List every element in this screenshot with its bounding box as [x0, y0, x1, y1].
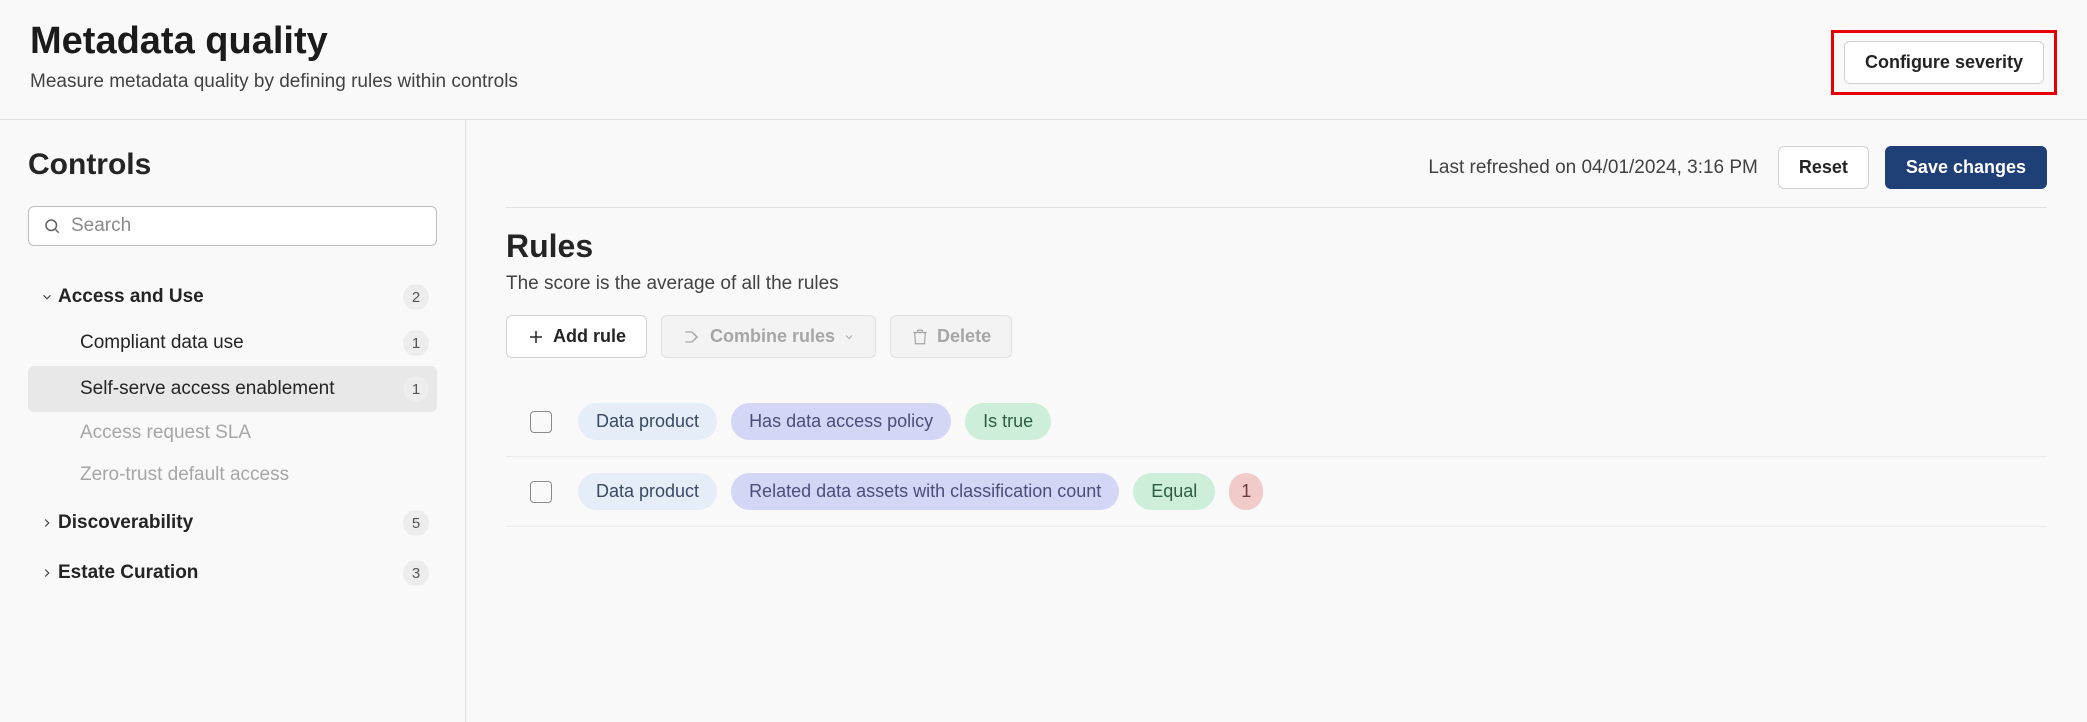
header-right: Configure severity [1831, 20, 2057, 95]
page-header: Metadata quality Measure metadata qualit… [0, 0, 2087, 120]
header-left: Metadata quality Measure metadata qualit… [30, 20, 518, 93]
page-body: Controls Access and Use2Compliant data u… [0, 120, 2087, 722]
rule-pill: 1 [1229, 473, 1263, 510]
rule-checkbox[interactable] [530, 481, 552, 503]
rule-pill: Is true [965, 403, 1051, 440]
rule-pill: Related data assets with classification … [731, 473, 1119, 510]
tree-item[interactable]: Self-serve access enablement1 [28, 366, 437, 412]
tree-group-label: Discoverability [58, 512, 403, 534]
tree-group-label: Estate Curation [58, 562, 403, 584]
search-icon [43, 217, 61, 235]
tree-group: Access and Use2Compliant data use1Self-s… [28, 274, 437, 496]
rule-checkbox[interactable] [530, 411, 552, 433]
reset-button[interactable]: Reset [1778, 146, 1869, 189]
sidebar-title: Controls [28, 148, 437, 182]
tree-group-header[interactable]: Discoverability5 [28, 500, 437, 546]
rule-row[interactable]: Data product Has data access policy Is tru… [506, 387, 2047, 457]
rule-pill: Equal [1133, 473, 1215, 510]
chevron-down-icon [843, 331, 855, 343]
combine-rules-button[interactable]: Combine rules [661, 315, 876, 358]
tree-group: Estate Curation3 [28, 550, 437, 596]
rule-list: Data product Has data access policy Is tru… [506, 386, 2047, 527]
tree-item-label: Access request SLA [80, 422, 429, 444]
tree-group-count: 2 [403, 284, 429, 310]
page-title: Metadata quality [30, 20, 518, 63]
tree-item[interactable]: Access request SLA [28, 412, 437, 454]
main-content: Last refreshed on 04/01/2024, 3:16 PM Re… [466, 120, 2087, 722]
trash-icon [911, 328, 929, 346]
rule-pill: Data product [578, 403, 717, 440]
tree-item[interactable]: Zero-trust default access [28, 454, 437, 496]
rule-pill: Data product [578, 473, 717, 510]
rule-pill: Has data access policy [731, 403, 951, 440]
combine-icon [682, 327, 702, 347]
tree-item[interactable]: Compliant data use1 [28, 320, 437, 366]
save-changes-button[interactable]: Save changes [1885, 146, 2047, 189]
chevron-right-icon [36, 516, 58, 530]
add-rule-label: Add rule [553, 326, 626, 347]
search-input[interactable] [71, 215, 422, 237]
controls-sidebar: Controls Access and Use2Compliant data u… [0, 120, 466, 722]
page-subtitle: Measure metadata quality by defining rul… [30, 71, 518, 93]
tree-item-label: Zero-trust default access [80, 464, 429, 486]
search-input-wrapper[interactable] [28, 206, 437, 246]
tree-group: Discoverability5 [28, 500, 437, 546]
last-refreshed-label: Last refreshed on 04/01/2024, 3:16 PM [1428, 157, 1758, 179]
chevron-down-icon [36, 290, 58, 304]
delete-rule-button[interactable]: Delete [890, 315, 1012, 358]
tree-item-count: 1 [403, 376, 429, 402]
combine-rules-label: Combine rules [710, 326, 835, 347]
tree-group-count: 3 [403, 560, 429, 586]
configure-severity-highlight: Configure severity [1831, 30, 2057, 95]
add-rule-button[interactable]: Add rule [506, 315, 647, 358]
tree-item-count: 1 [403, 330, 429, 356]
rule-row[interactable]: Data product Related data assets with cla… [506, 457, 2047, 527]
tree-item-label: Self-serve access enablement [80, 378, 403, 400]
tree-item-label: Compliant data use [80, 332, 403, 354]
rules-toolbar: Add rule Combine rules [506, 315, 2047, 358]
chevron-right-icon [36, 566, 58, 580]
configure-severity-button[interactable]: Configure severity [1844, 41, 2044, 84]
tree-group-count: 5 [403, 510, 429, 536]
controls-tree: Access and Use2Compliant data use1Self-s… [28, 274, 437, 596]
rules-title: Rules [506, 228, 2047, 265]
main-topbar: Last refreshed on 04/01/2024, 3:16 PM Re… [506, 146, 2047, 208]
plus-icon [527, 328, 545, 346]
tree-group-header[interactable]: Estate Curation3 [28, 550, 437, 596]
delete-rule-label: Delete [937, 326, 991, 347]
tree-group-header[interactable]: Access and Use2 [28, 274, 437, 320]
tree-group-label: Access and Use [58, 286, 403, 308]
rules-subtitle: The score is the average of all the rule… [506, 273, 2047, 295]
